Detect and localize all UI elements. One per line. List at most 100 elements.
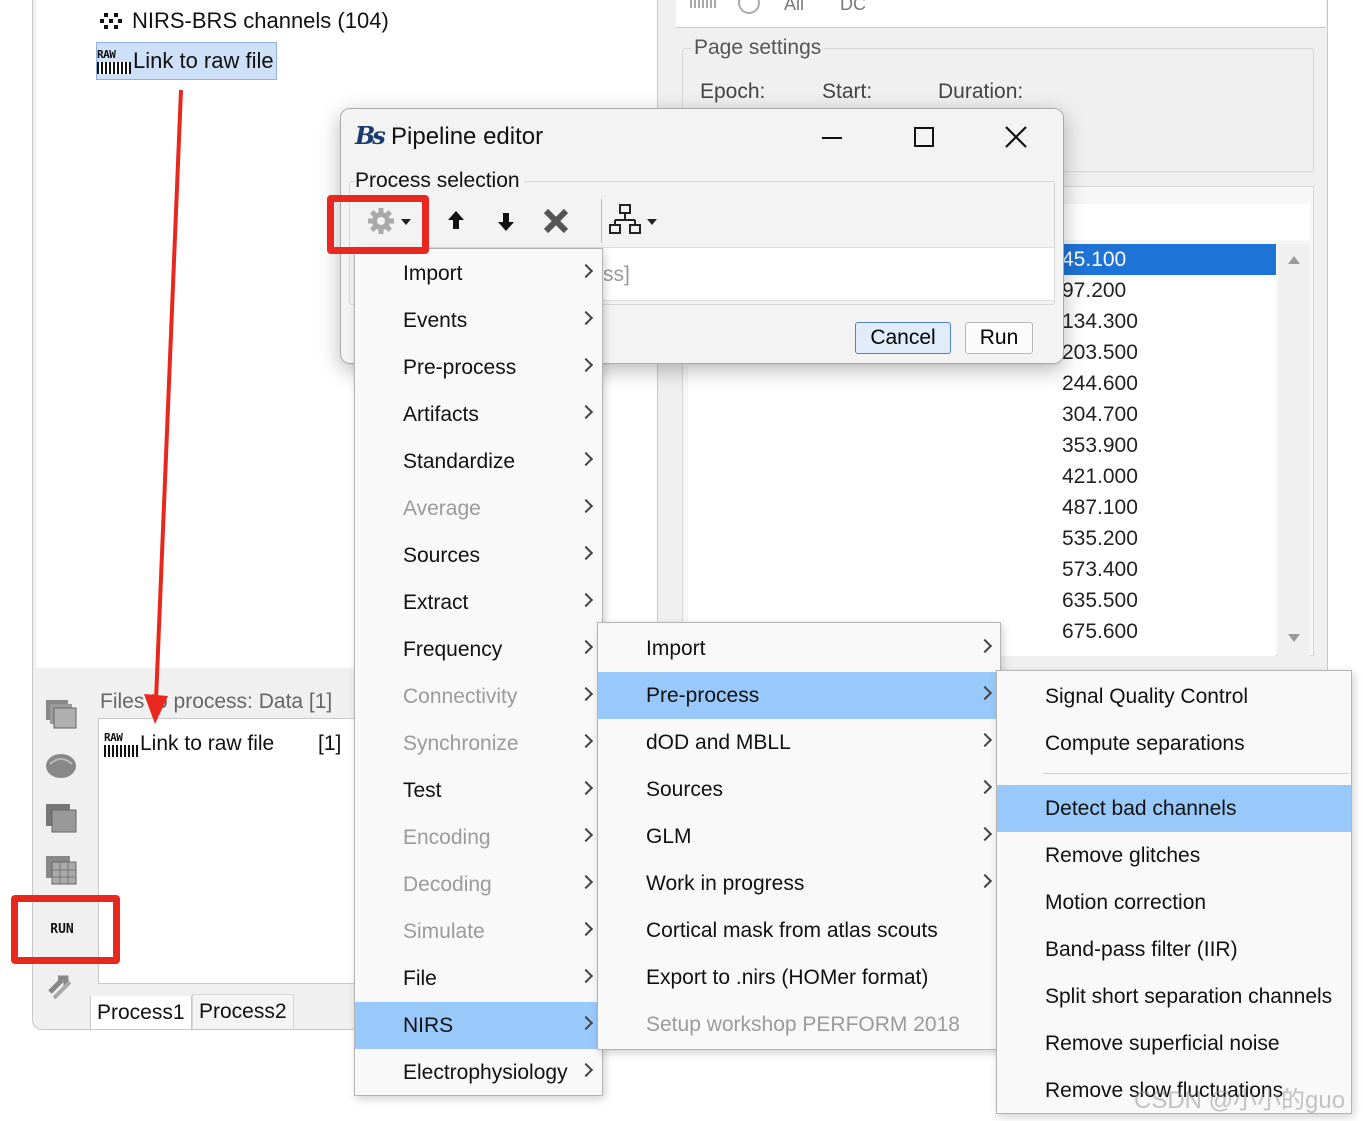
maximize-button[interactable]: [901, 119, 947, 155]
run-pipeline-button[interactable]: Run: [965, 322, 1033, 354]
menu-item-extract[interactable]: Extract: [355, 579, 602, 626]
menu-item-label: Events: [403, 309, 468, 332]
event-time-item[interactable]: 304.700: [1056, 399, 1276, 430]
scroll-down-icon[interactable]: [1288, 634, 1300, 642]
nirs-menu-item-dod-and-mbll[interactable]: dOD and MBLL: [598, 719, 1000, 766]
event-time-item[interactable]: 635.500: [1056, 585, 1276, 616]
menu-item-standardize[interactable]: Standardize: [355, 438, 602, 485]
nirs-menu-item-pre-process[interactable]: Pre-process: [598, 672, 1000, 719]
chevron-right-icon: [578, 592, 594, 608]
preprocess-menu-item-signal-quality-control[interactable]: Signal Quality Control: [997, 673, 1351, 720]
menu-item-events[interactable]: Events: [355, 297, 602, 344]
chevron-right-icon: [578, 451, 594, 467]
close-icon: [1005, 126, 1027, 148]
menu-item-decoding[interactable]: Decoding: [355, 861, 602, 908]
waveform-icon[interactable]: [690, 0, 716, 8]
event-time-item[interactable]: 353.900: [1056, 430, 1276, 461]
menu-item-file[interactable]: File: [355, 955, 602, 1002]
cancel-button[interactable]: Cancel: [855, 322, 951, 354]
tree-item-raw-file[interactable]: RAW Link to raw file: [96, 42, 277, 80]
event-time-item[interactable]: 244.600: [1056, 368, 1276, 399]
event-times-list[interactable]: 45.100 97.200 134.300 203.500 244.600 304.700…: [1056, 244, 1276, 656]
move-down-button[interactable]: [489, 203, 523, 239]
menu-item-average[interactable]: Average: [355, 485, 602, 532]
menu-item-connectivity[interactable]: Connectivity: [355, 673, 602, 720]
menu-item-nirs[interactable]: NIRS: [355, 1002, 602, 1049]
menu-item-label: Remove glitches: [1045, 844, 1201, 867]
arrow-up-icon: [448, 211, 464, 229]
chevron-right-icon: [578, 263, 594, 279]
menu-item-frequency[interactable]: Frequency: [355, 626, 602, 673]
minimize-button[interactable]: [809, 119, 855, 155]
preprocess-menu-item-detect-bad-channels[interactable]: Detect bad channels: [997, 785, 1351, 832]
nirs-menu-item-import[interactable]: Import: [598, 625, 1000, 672]
chevron-right-icon: [578, 1015, 594, 1031]
pipeline-tree-icon: [609, 204, 657, 234]
menu-item-test[interactable]: Test: [355, 767, 602, 814]
pipeline-menu-button[interactable]: [609, 203, 663, 239]
toolbar-dc[interactable]: DC: [840, 0, 866, 15]
event-time-item[interactable]: 134.300: [1056, 306, 1276, 337]
event-time-item[interactable]: 45.100: [1056, 244, 1276, 275]
preprocess-menu-item-split-short-separation-channels[interactable]: Split short separation channels: [997, 973, 1351, 1020]
event-time-item[interactable]: 203.500: [1056, 337, 1276, 368]
menu-item-sources[interactable]: Sources: [355, 532, 602, 579]
menu-item-label: Artifacts: [403, 403, 479, 426]
nirs-menu-item-sources[interactable]: Sources: [598, 766, 1000, 813]
raw-file-icon-text: RAW: [97, 47, 116, 61]
event-times-scrollbar[interactable]: [1278, 244, 1310, 656]
chevron-right-icon: [578, 545, 594, 561]
preprocess-menu-item-remove-superficial-noise[interactable]: Remove superficial noise: [997, 1020, 1351, 1067]
scroll-up-icon[interactable]: [1288, 256, 1300, 264]
menu-item-label: Compute separations: [1045, 732, 1245, 755]
toolbar-all[interactable]: All: [784, 0, 804, 15]
preprocess-menu-item-remove-glitches[interactable]: Remove glitches: [997, 832, 1351, 879]
preprocess-menu-item-motion-correction[interactable]: Motion correction: [997, 879, 1351, 926]
preprocess-menu-item-band-pass-filter-iir[interactable]: Band-pass filter (IIR): [997, 926, 1351, 973]
event-time-item[interactable]: 573.400: [1056, 554, 1276, 585]
tree-item-channels[interactable]: NIRS-BRS channels (104): [100, 4, 389, 38]
event-time-item[interactable]: 535.200: [1056, 523, 1276, 554]
tab-process2[interactable]: Process2: [192, 994, 294, 1028]
menu-item-label: Setup workshop PERFORM 2018: [646, 1013, 960, 1036]
raw-data-icon[interactable]: [44, 698, 78, 730]
menu-item-label: Pre-process: [646, 684, 760, 707]
delete-process-button[interactable]: [539, 203, 573, 239]
event-time-item[interactable]: 675.600: [1056, 616, 1276, 647]
nirs-menu-item-work-in-progress[interactable]: Work in progress: [598, 860, 1000, 907]
menu-item-electrophysiology[interactable]: Electrophysiology: [355, 1049, 602, 1096]
nirs-menu-item-export-to-nirs-homer-format[interactable]: Export to .nirs (HOMer format): [598, 954, 1000, 1001]
dialog-title: Pipeline editor: [391, 123, 544, 150]
menu-item-label: Pre-process: [403, 356, 517, 379]
event-time-item[interactable]: 421.000: [1056, 461, 1276, 492]
menu-item-artifacts[interactable]: Artifacts: [355, 391, 602, 438]
montage-icon[interactable]: [738, 0, 760, 14]
menu-item-pre-process[interactable]: Pre-process: [355, 344, 602, 391]
event-time-item[interactable]: 97.200: [1056, 275, 1276, 306]
matrix-icon[interactable]: [44, 854, 78, 886]
menu-item-import[interactable]: Import: [355, 250, 602, 297]
process-file-row[interactable]: RAW Link to raw file: [104, 726, 274, 762]
menu-item-simulate[interactable]: Simulate: [355, 908, 602, 955]
timefreq-icon[interactable]: [44, 802, 78, 834]
close-button[interactable]: [993, 119, 1039, 155]
nirs-menu-item-setup-workshop-perform-2018[interactable]: Setup workshop PERFORM 2018: [598, 1001, 1000, 1048]
menu-item-synchronize[interactable]: Synchronize: [355, 720, 602, 767]
tab-process1[interactable]: Process1: [90, 996, 192, 1030]
chevron-right-icon: [578, 498, 594, 514]
sources-icon[interactable]: [44, 750, 78, 782]
annotation-highlight-add-process: [327, 195, 429, 254]
event-time-item[interactable]: 487.100: [1056, 492, 1276, 523]
menu-item-encoding[interactable]: Encoding: [355, 814, 602, 861]
epoch-label: Epoch:: [700, 80, 766, 103]
nirs-menu-item-cortical-mask-from-atlas-scouts[interactable]: Cortical mask from atlas scouts: [598, 907, 1000, 954]
nirs-menu-item-glm[interactable]: GLM: [598, 813, 1000, 860]
chevron-right-icon: [578, 968, 594, 984]
preprocess-menu-item-compute-separations[interactable]: Compute separations: [997, 720, 1351, 767]
menu-item-label: NIRS: [403, 1014, 454, 1037]
reload-icon[interactable]: [44, 970, 78, 1002]
menu-item-label: Split short separation channels: [1045, 985, 1333, 1008]
move-up-button[interactable]: [439, 203, 473, 239]
chevron-right-icon: [977, 873, 993, 889]
event-groups-list[interactable]: [688, 366, 1056, 656]
